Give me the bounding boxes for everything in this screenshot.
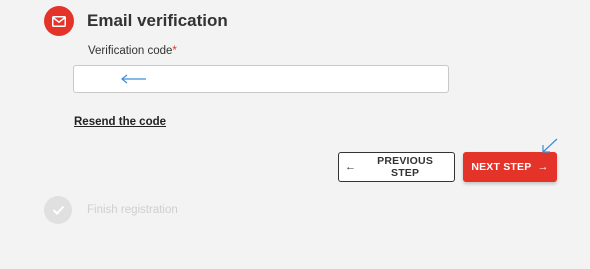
finish-registration-step: Finish registration (44, 196, 178, 224)
verification-code-label: Verification code* (88, 45, 177, 57)
previous-step-label: PREVIOUS STEP (377, 155, 434, 179)
next-step-label: NEXT STEP (471, 161, 532, 173)
verification-code-label-text: Verification code (88, 45, 173, 57)
envelope-icon (44, 6, 74, 36)
finish-registration-label: Finish registration (87, 204, 178, 216)
email-verification-step: Email verification (44, 6, 228, 36)
required-marker: * (172, 45, 177, 57)
next-step-button[interactable]: NEXT STEP → (463, 152, 557, 182)
arrow-left-icon: ← (345, 161, 357, 173)
arrow-right-icon: → (537, 161, 549, 173)
previous-step-button[interactable]: ← PREVIOUS STEP (338, 152, 455, 182)
check-icon (44, 196, 72, 224)
resend-code-link[interactable]: Resend the code (74, 116, 166, 128)
registration-card: Email verification Verification code* Re… (0, 0, 590, 269)
verification-code-input[interactable] (73, 65, 449, 93)
step-title: Email verification (87, 11, 228, 30)
